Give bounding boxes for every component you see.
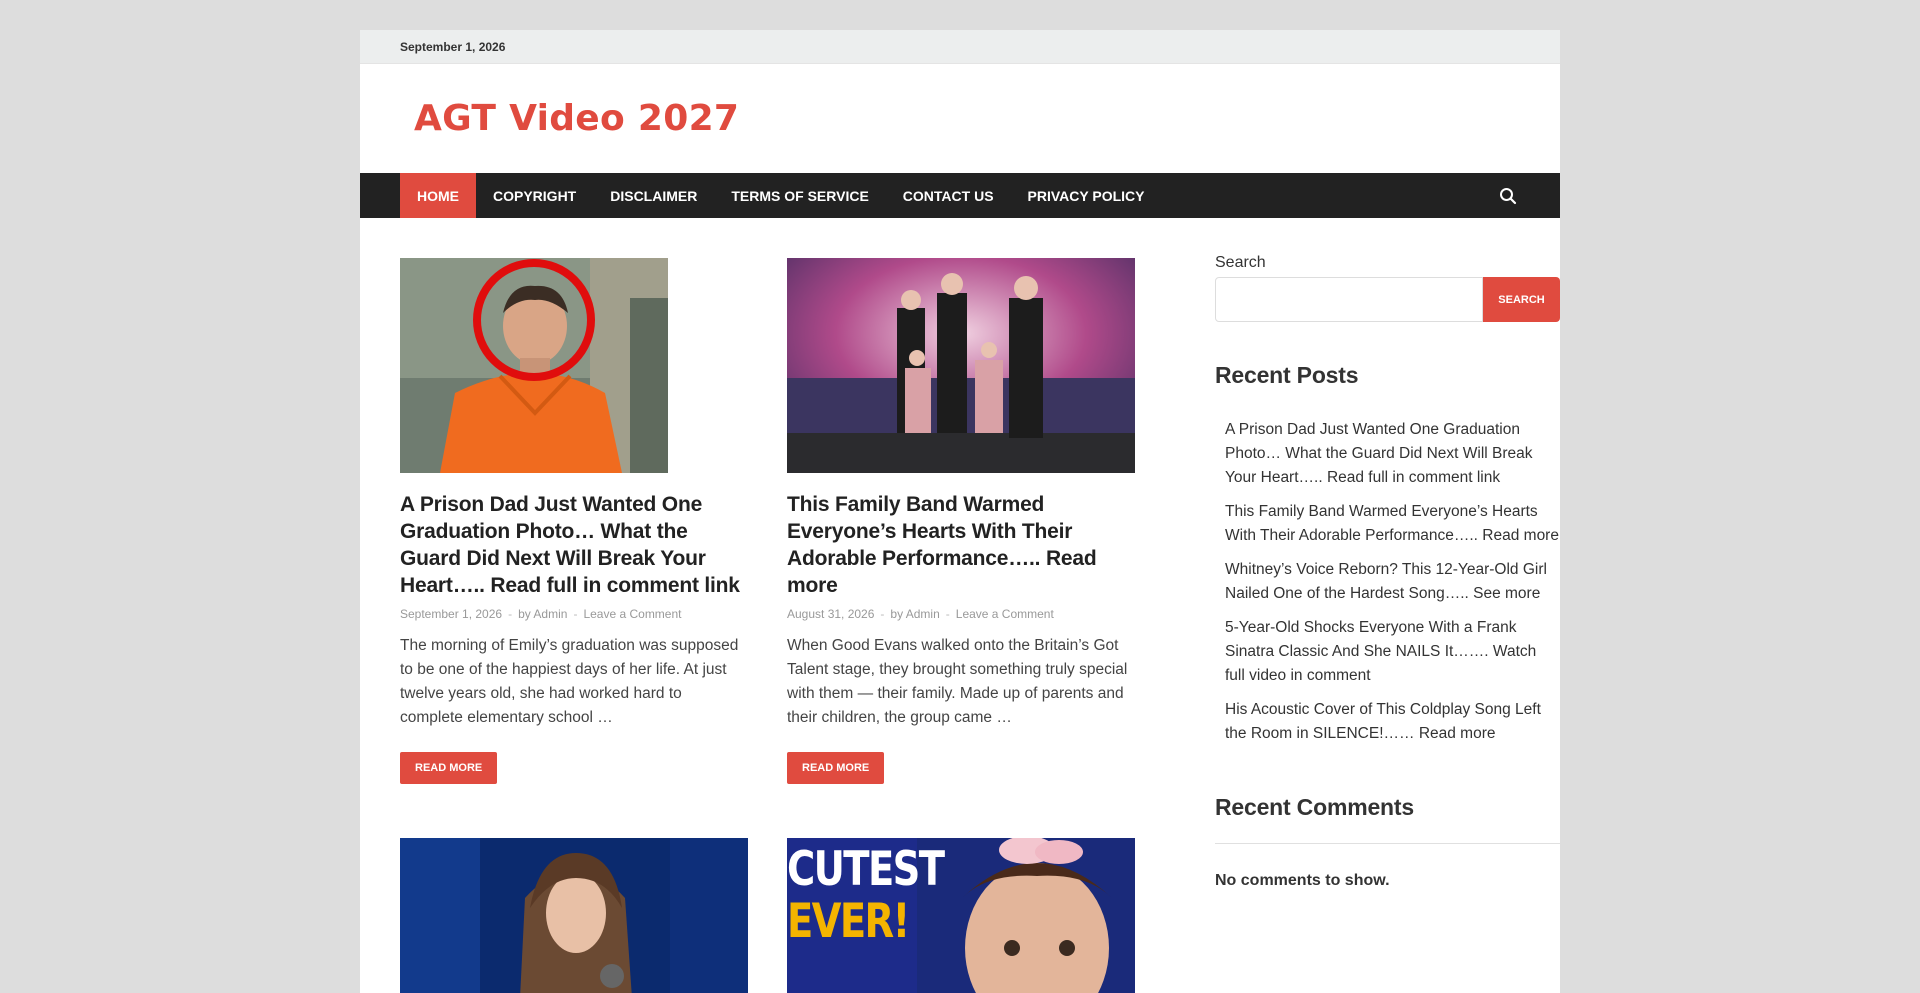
site-title[interactable]: AGT Video 2027 — [414, 98, 739, 139]
search-icon[interactable] — [1496, 173, 1520, 218]
post-title[interactable]: A Prison Dad Just Wanted One Graduation … — [400, 491, 748, 599]
search-widget: SEARCH — [1215, 277, 1560, 322]
post-author[interactable]: by Admin — [890, 607, 939, 621]
sidebar: Search SEARCH Recent Posts A Prison Dad … — [1215, 254, 1560, 890]
thumb-caption: CUTEST EVER! — [787, 842, 945, 949]
post-thumbnail[interactable] — [400, 258, 668, 473]
page-wrapper: September 1, 2026 AGT Video 2027 HOME CO… — [360, 30, 1560, 993]
post-card: CUTEST EVER! — [787, 838, 1135, 993]
no-comments-text: No comments to show. — [1215, 872, 1390, 889]
post-card: This Family Band Warmed Everyone’s Heart… — [787, 258, 1135, 784]
post-date[interactable]: September 1, 2026 — [400, 607, 502, 621]
read-more-button[interactable]: READ MORE — [787, 752, 885, 784]
post-date[interactable]: August 31, 2026 — [787, 607, 874, 621]
post-card — [400, 838, 748, 993]
post-author[interactable]: by Admin — [518, 607, 567, 621]
nav-item-copyright[interactable]: COPYRIGHT — [476, 173, 593, 218]
nav-item-disclaimer[interactable]: DISCLAIMER — [593, 173, 714, 218]
thumb-caption-line-2: EVER! — [787, 894, 910, 949]
search-button[interactable]: SEARCH — [1483, 277, 1560, 322]
post-excerpt: When Good Evans walked onto the Britain’… — [787, 637, 1128, 726]
recent-posts-title: Recent Posts — [1215, 362, 1359, 388]
post-meta: August 31, 2026- by Admin - Leave a Comment — [787, 607, 1054, 621]
post-thumbnail[interactable] — [400, 838, 748, 993]
site-header: AGT Video 2027 — [360, 64, 1560, 173]
recent-post-link[interactable]: His Acoustic Cover of This Coldplay Song… — [1225, 698, 1560, 746]
top-bar: September 1, 2026 — [360, 30, 1560, 64]
post-title[interactable]: This Family Band Warmed Everyone’s Heart… — [787, 491, 1135, 599]
post-excerpt: The morning of Emily’s graduation was su… — [400, 637, 739, 726]
read-more-button[interactable]: READ MORE — [400, 752, 498, 784]
widget-divider — [1215, 843, 1560, 844]
post-meta: September 1, 2026- by Admin - Leave a Comme… — [400, 607, 682, 621]
nav-item-privacy-policy[interactable]: PRIVACY POLICY — [1011, 173, 1162, 218]
recent-post-link[interactable]: This Family Band Warmed Everyone’s Heart… — [1225, 500, 1560, 548]
recent-post-link[interactable]: A Prison Dad Just Wanted One Graduation … — [1225, 418, 1560, 490]
post-card: A Prison Dad Just Wanted One Graduation … — [400, 258, 748, 784]
top-bar-date: September 1, 2026 — [400, 39, 506, 54]
nav-item-home[interactable]: HOME — [400, 173, 476, 218]
recent-posts-list: A Prison Dad Just Wanted One Graduation … — [1215, 418, 1560, 746]
thumb-caption-line-1: CUTEST — [787, 842, 945, 897]
search-input[interactable] — [1215, 277, 1483, 322]
post-thumbnail[interactable] — [787, 258, 1135, 473]
nav-item-contact-us[interactable]: CONTACT US — [886, 173, 1011, 218]
post-thumbnail[interactable]: CUTEST EVER! — [787, 838, 1135, 993]
post-comments-link[interactable]: Leave a Comment — [583, 607, 681, 621]
nav-item-terms-of-service[interactable]: TERMS OF SERVICE — [714, 173, 885, 218]
recent-post-link[interactable]: 5-Year-Old Shocks Everyone With a Frank … — [1225, 616, 1560, 688]
post-comments-link[interactable]: Leave a Comment — [956, 607, 1054, 621]
recent-post-link[interactable]: Whitney’s Voice Reborn? This 12-Year-Old… — [1225, 558, 1560, 606]
main-nav: HOME COPYRIGHT DISCLAIMER TERMS OF SERVI… — [360, 173, 1560, 218]
recent-comments-title: Recent Comments — [1215, 794, 1414, 820]
search-widget-label: Search — [1215, 254, 1266, 271]
